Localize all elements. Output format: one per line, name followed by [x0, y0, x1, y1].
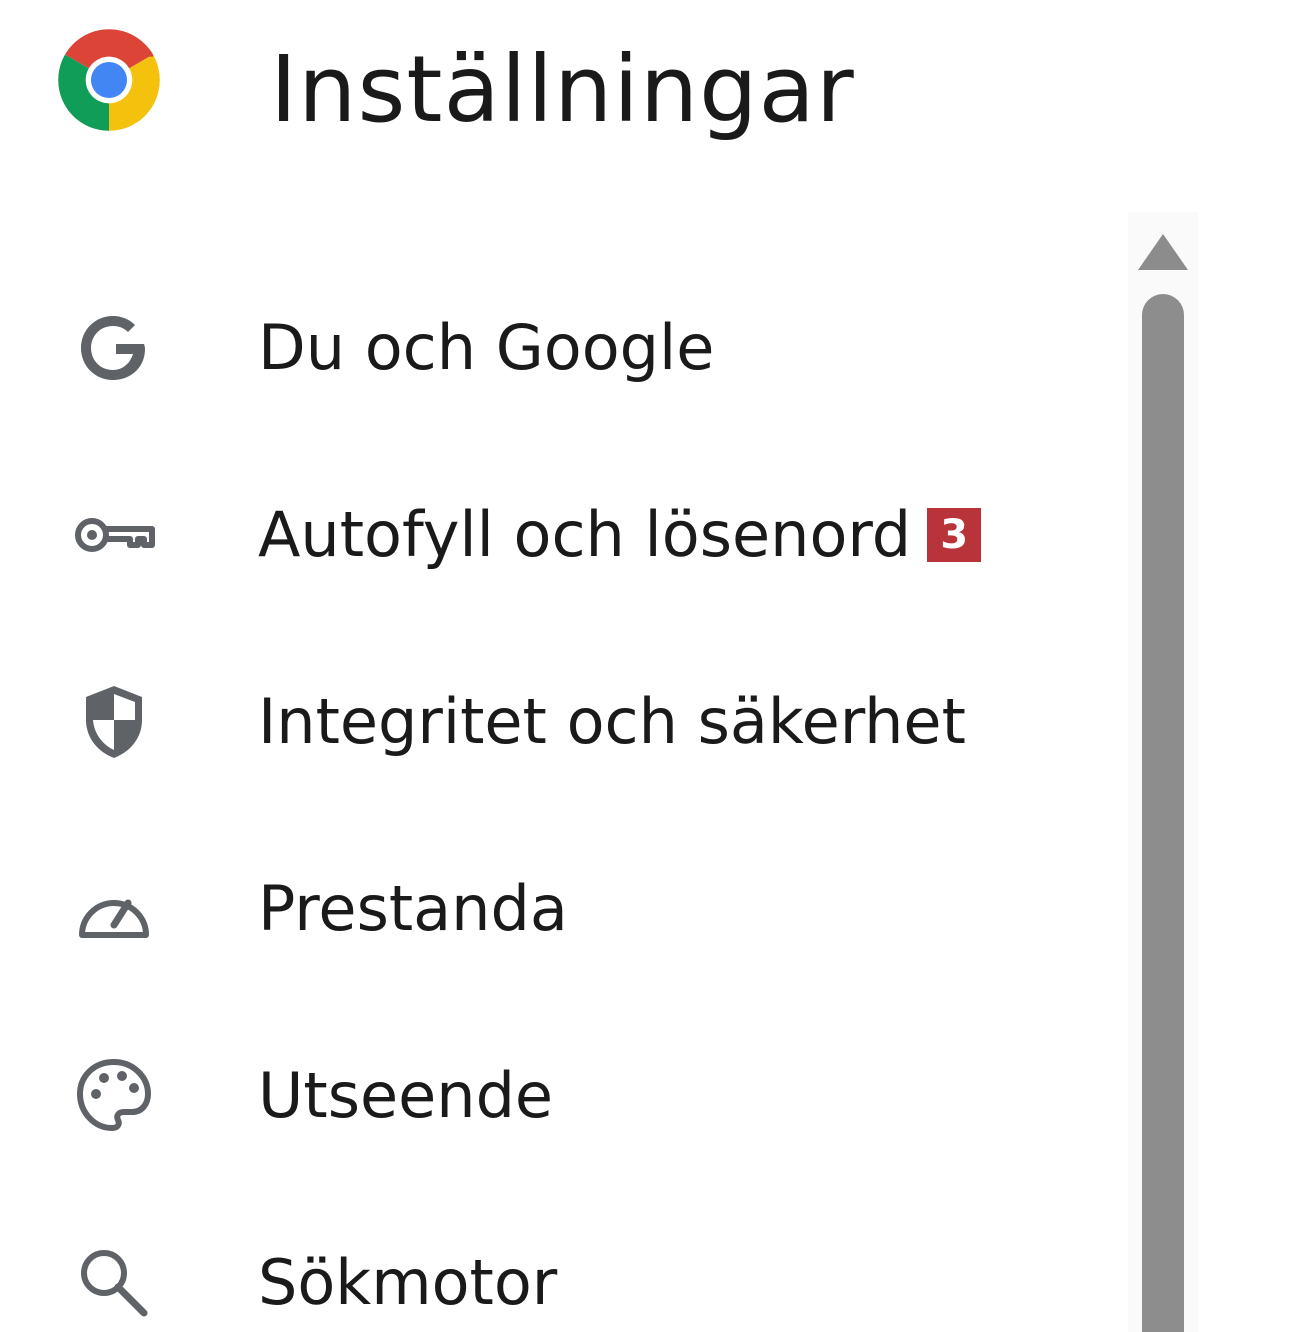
speedometer-icon — [72, 867, 156, 951]
key-icon — [72, 493, 156, 577]
settings-page: Inställningar Du och Google Autofyll och — [0, 0, 1314, 1332]
search-icon — [72, 1241, 156, 1325]
sidebar-item-you-and-google[interactable]: Du och Google — [0, 270, 1100, 420]
google-g-icon — [72, 306, 156, 390]
sidebar-item-label: Integritet och säkerhet — [258, 685, 966, 758]
scrollbar-thumb[interactable] — [1142, 294, 1184, 1332]
sidebar-item-label: Prestanda — [258, 872, 568, 945]
sidebar-item-performance[interactable]: Prestanda — [0, 831, 1100, 981]
sidebar-item-autofill[interactable]: Autofyll och lösenord 3 — [0, 457, 1100, 607]
sidebar-item-label: Autofyll och lösenord — [258, 498, 912, 571]
palette-icon — [72, 1054, 156, 1138]
sidebar-item-search-engine[interactable]: Sökmotor — [0, 1205, 1100, 1332]
shield-icon — [72, 680, 156, 764]
sidebar-nav: Du och Google Autofyll och lösenord 3 In… — [0, 0, 1110, 1332]
scroll-up-arrow-icon[interactable] — [1138, 234, 1188, 270]
vertical-scrollbar[interactable] — [1128, 212, 1198, 1332]
sidebar-item-privacy-security[interactable]: Integritet och säkerhet — [0, 644, 1100, 794]
step-badge: 3 — [927, 508, 982, 562]
sidebar-item-appearance[interactable]: Utseende — [0, 1018, 1100, 1168]
sidebar-item-label: Sökmotor — [258, 1246, 558, 1319]
sidebar-item-label: Utseende — [258, 1059, 554, 1132]
autofill-label-group: Autofyll och lösenord 3 — [258, 493, 982, 577]
sidebar-item-label: Du och Google — [258, 311, 715, 384]
